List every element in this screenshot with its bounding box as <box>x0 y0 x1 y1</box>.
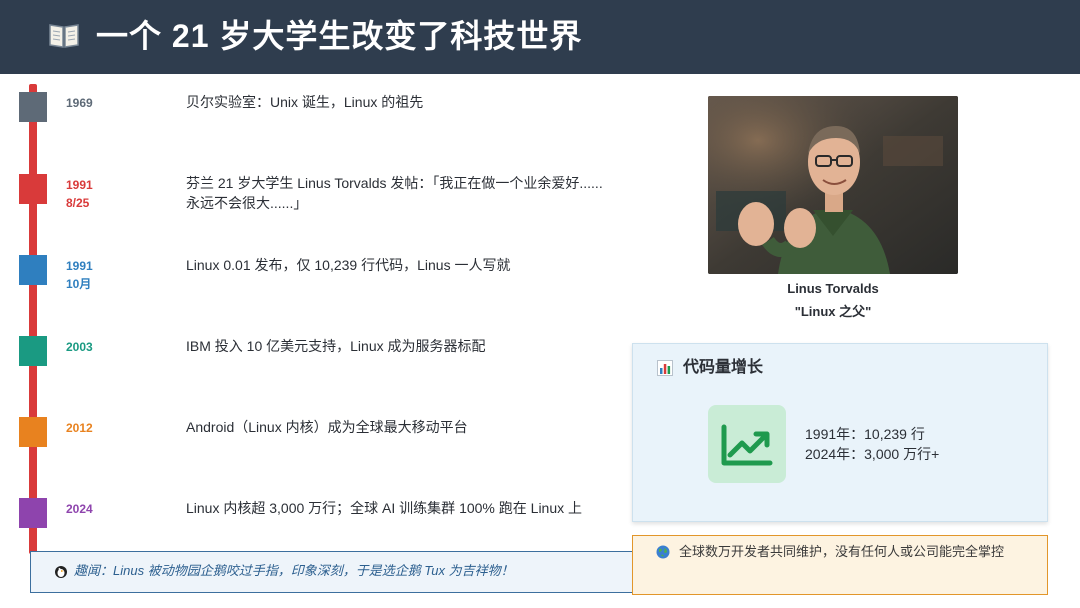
timeline-date-line2: 8/25 <box>66 196 90 210</box>
timeline-date-line2: 10月 <box>66 277 92 291</box>
timeline-marker <box>19 417 47 447</box>
code-growth-title: 代码量增长 <box>683 359 764 376</box>
timeline-item-2024: 2024 Linux 内核超 3,000 万行；全球 AI 训练集群 100% … <box>0 497 640 547</box>
timeline-item-1969: 1969 贝尔实验室：Unix 诞生，Linux 的祖先 <box>0 92 640 142</box>
timeline-date-line1: 2012 <box>66 421 93 435</box>
timeline-text: 芬兰 21 岁大学生 Linus Torvalds 发帖：「我正在做一个业余爱好… <box>186 175 603 211</box>
timeline-marker <box>19 498 47 528</box>
penguin-icon <box>55 566 67 578</box>
code-stat-2024: 2024年：3,000 万行+ <box>805 446 940 462</box>
timeline-date-line1: 1991 <box>66 259 93 273</box>
timeline-marker <box>19 255 47 285</box>
timeline-text: 贝尔实验室：Unix 诞生，Linux 的祖先 <box>186 94 424 110</box>
timeline-date: 2012 <box>66 419 126 437</box>
timeline-text: Linux 0.01 发布，仅 10,239 行代码，Linus 一人写就 <box>186 257 511 273</box>
timeline-item-2003: 2003 IBM 投入 10 亿美元支持，Linux 成为服务器标配 <box>0 335 640 385</box>
timeline-date-line1: 2024 <box>66 502 93 516</box>
timeline-item-2012: 2012 Android（Linux 内核）成为全球最大移动平台 <box>0 416 640 466</box>
open-book-icon <box>49 24 79 48</box>
photo-caption-name: Linus Torvalds <box>787 281 879 296</box>
trending-up-icon <box>721 424 773 466</box>
page-title: 一个 21 岁大学生改变了科技世界 <box>96 18 583 54</box>
note-text: 全球数万开发者共同维护，没有任何人或公司能完全掌控 <box>679 544 1005 559</box>
timeline-marker <box>19 92 47 122</box>
timeline-marker <box>19 174 47 204</box>
photo-caption-title: "Linux 之父" <box>794 304 872 319</box>
timeline-item-1991-aug: 1991 8/25 芬兰 21 岁大学生 Linus Torvalds 发帖：「… <box>0 173 640 223</box>
growth-icon-tile <box>708 405 786 483</box>
timeline-date: 2003 <box>66 338 126 356</box>
timeline-marker <box>19 336 47 366</box>
timeline-date-line1: 1991 <box>66 178 93 192</box>
linus-torvalds-photo <box>708 96 958 274</box>
timeline-item-1991-oct: 1991 10月 Linux 0.01 发布，仅 10,239 行代码，Linu… <box>0 254 640 304</box>
timeline-text: IBM 投入 10 亿美元支持，Linux 成为服务器标配 <box>186 338 486 354</box>
header-bar: 一个 21 岁大学生改变了科技世界 <box>0 0 1080 74</box>
timeline-date-line1: 2003 <box>66 340 93 354</box>
code-stat-1991: 1991年：10,239 行 <box>805 426 925 442</box>
fun-fact-text: 趣闻：Linus 被动物园企鹅咬过手指，印象深刻，于是选企鹅 Tux 为吉祥物！ <box>74 563 514 578</box>
timeline-text: Android（Linux 内核）成为全球最大移动平台 <box>186 419 468 435</box>
timeline-text: Linux 内核超 3,000 万行；全球 AI 训练集群 100% 跑在 Li… <box>186 500 583 516</box>
timeline-date: 1969 <box>66 94 126 112</box>
bar-chart-icon <box>657 360 673 376</box>
portrait-illustration <box>708 96 958 274</box>
timeline-date: 1991 8/25 <box>66 176 126 212</box>
timeline-date-line1: 1969 <box>66 96 93 110</box>
timeline-date: 1991 10月 <box>66 257 126 293</box>
timeline-axis <box>29 84 37 554</box>
timeline-date: 2024 <box>66 500 126 518</box>
